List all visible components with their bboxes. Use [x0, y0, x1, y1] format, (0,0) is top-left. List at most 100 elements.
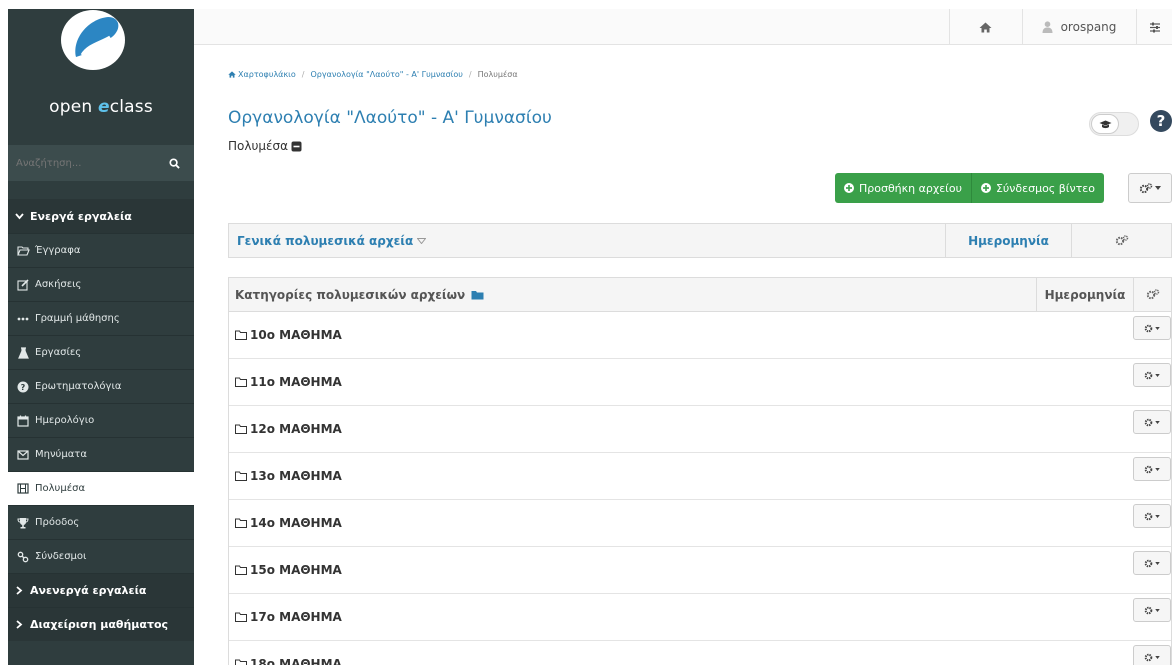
- add-file-button[interactable]: Προσθήκη αρχείου: [835, 173, 972, 203]
- row-settings-button[interactable]: [1133, 410, 1171, 434]
- caret-down-icon: [1155, 514, 1160, 518]
- category-name-cell[interactable]: 17ο ΜΑΘΗΜΑ: [229, 594, 1133, 640]
- category-name: 10ο ΜΑΘΗΜΑ: [250, 328, 342, 342]
- folder-outline-icon: [235, 377, 247, 387]
- row-settings-button[interactable]: [1133, 457, 1171, 481]
- general-settings-cell: [1071, 223, 1171, 258]
- sliders-icon: [1149, 22, 1160, 32]
- breadcrumb-course-link[interactable]: Οργανολογία "Λαούτο" - Α' Γυμνασίου: [310, 70, 462, 79]
- section-inactive-tools[interactable]: Ανενεργά εργαλεία: [8, 573, 194, 607]
- sidebar-item-messages[interactable]: Μηνύματα: [8, 437, 194, 471]
- table-row: 10ο ΜΑΘΗΜΑ: [229, 312, 1171, 359]
- folder-outline-icon: [235, 565, 247, 575]
- category-name: 11ο ΜΑΘΗΜΑ: [250, 375, 342, 389]
- sidebar-item-label: Γραμμή μάθησης: [35, 313, 120, 324]
- row-settings-button[interactable]: [1133, 598, 1171, 622]
- breadcrumb-current: Πολυμέσα: [477, 70, 518, 79]
- home-button[interactable]: [949, 9, 1021, 45]
- username: orospang: [1060, 20, 1117, 34]
- user-menu[interactable]: orospang: [1022, 9, 1135, 45]
- category-name-cell[interactable]: 12ο ΜΑΘΗΜΑ: [229, 406, 1133, 452]
- categories-header-cell: Κατηγορίες πολυμεσικών αρχείων: [229, 288, 1036, 302]
- home-icon: [979, 22, 992, 32]
- page-subtitle: Πολυμέσα: [228, 139, 302, 153]
- sidebar-item-progress[interactable]: Πρόοδος: [8, 505, 194, 539]
- caret-down-icon: [1155, 326, 1160, 330]
- section-course-admin[interactable]: Διαχείριση μαθήματος: [8, 607, 194, 641]
- sidebar-item-label: Ημερολόγιο: [35, 415, 95, 426]
- eclass-logo-icon[interactable]: [60, 9, 126, 71]
- sidebar-item-label: Έγγραφα: [35, 245, 81, 256]
- table-row: 15ο ΜΑΘΗΜΑ: [229, 547, 1171, 594]
- general-media-header[interactable]: Γενικά πολυμεσικά αρχεία: [229, 234, 945, 248]
- row-actions: [1133, 312, 1171, 358]
- calendar-icon: [16, 414, 30, 428]
- category-name-cell[interactable]: 14ο ΜΑΘΗΜΑ: [229, 500, 1133, 546]
- settings-toggle-button[interactable]: [1136, 9, 1172, 45]
- general-date-header[interactable]: Ημερομηνία: [945, 223, 1071, 258]
- sidebar-item-documents[interactable]: Έγγραφα: [8, 233, 194, 267]
- sidebar-item-links[interactable]: Σύνδεσμοι: [8, 539, 194, 573]
- section-course-admin-label: Διαχείριση μαθήματος: [30, 618, 169, 631]
- search-button[interactable]: [154, 145, 194, 181]
- breadcrumb-separator: /: [468, 70, 472, 79]
- section-active-tools[interactable]: Ενεργά εργαλεία: [8, 199, 194, 233]
- cog-icon: [1144, 418, 1153, 426]
- caret-down-icon: [1155, 561, 1160, 565]
- sidebar-item-label: Εργασίες: [35, 347, 82, 358]
- caret-down-outline-icon: [417, 237, 427, 244]
- ellipsis-icon: [16, 312, 30, 326]
- sidebar-item-label: Πολυμέσα: [35, 483, 86, 494]
- user-icon: [1042, 21, 1053, 33]
- subtitle-label: Πολυμέσα: [228, 139, 289, 153]
- sidebar-item-calendar[interactable]: Ημερολόγιο: [8, 403, 194, 437]
- link-icon: [16, 550, 30, 564]
- toggle-knob: [1091, 114, 1119, 134]
- caret-down-icon: [1155, 467, 1160, 471]
- sidebar-item-questionnaires[interactable]: ? Ερωτηματολόγια: [8, 369, 194, 403]
- cog-icon: [1144, 559, 1153, 567]
- minus-square-icon[interactable]: [291, 141, 302, 152]
- search-input[interactable]: [8, 145, 154, 181]
- breadcrumb-portfolio-link[interactable]: Χαρτοφυλάκιο: [238, 70, 296, 79]
- general-media-title: Γενικά πολυμεσικά αρχεία: [237, 233, 414, 248]
- cogs-icon: [1115, 235, 1128, 246]
- cog-icon: [1144, 465, 1153, 473]
- sidebar-item-label: Σύνδεσμοι: [35, 551, 87, 562]
- category-name: 13ο ΜΑΘΗΜΑ: [250, 469, 342, 483]
- row-settings-button[interactable]: [1133, 645, 1171, 665]
- svg-text:?: ?: [21, 383, 26, 392]
- more-actions-button[interactable]: [1128, 173, 1172, 203]
- brand-name: open eclass: [49, 97, 153, 117]
- breadcrumb: Χαρτοφυλάκιο / Οργανολογία "Λαούτο" - Α'…: [228, 70, 518, 79]
- category-name: 18ο ΜΑΘΗΜΑ: [250, 657, 342, 665]
- chevron-right-icon: [12, 586, 26, 595]
- row-actions: [1133, 406, 1171, 452]
- category-name-cell[interactable]: 13ο ΜΑΘΗΜΑ: [229, 453, 1133, 499]
- student-view-toggle[interactable]: [1089, 112, 1139, 136]
- plus-circle-icon: [980, 183, 991, 193]
- sidebar-item-assignments[interactable]: Εργασίες: [8, 335, 194, 369]
- edit-icon: [16, 278, 30, 292]
- category-name-cell[interactable]: 10ο ΜΑΘΗΜΑ: [229, 312, 1133, 358]
- category-name-cell[interactable]: 11ο ΜΑΘΗΜΑ: [229, 359, 1133, 405]
- category-name-cell[interactable]: 18ο ΜΑΘΗΜΑ: [229, 641, 1133, 665]
- table-row: 17ο ΜΑΘΗΜΑ: [229, 594, 1171, 641]
- help-icon[interactable]: ?: [1150, 110, 1172, 132]
- sidebar-item-exercises[interactable]: Ασκήσεις: [8, 267, 194, 301]
- sidebar-item-learning-path[interactable]: Γραμμή μάθησης: [8, 301, 194, 335]
- add-actions-group: Προσθήκη αρχείου Σύνδεσμος βίντεο: [835, 173, 1104, 203]
- row-settings-button[interactable]: [1133, 363, 1171, 387]
- table-row: 14ο ΜΑΘΗΜΑ: [229, 500, 1171, 547]
- cog-icon: [1144, 653, 1153, 661]
- category-name-cell[interactable]: 15ο ΜΑΘΗΜΑ: [229, 547, 1133, 593]
- add-video-link-button[interactable]: Σύνδεσμος βίντεο: [971, 173, 1104, 203]
- row-settings-button[interactable]: [1133, 504, 1171, 528]
- page-title[interactable]: Οργανολογία "Λαούτο" - Α' Γυμνασίου: [228, 108, 552, 128]
- sidebar-item-multimedia[interactable]: Πολυμέσα: [8, 471, 194, 505]
- caret-down-icon: [1155, 608, 1160, 612]
- category-name: 14ο ΜΑΘΗΜΑ: [250, 516, 342, 530]
- row-actions: [1133, 547, 1171, 593]
- row-settings-button[interactable]: [1133, 551, 1171, 575]
- row-settings-button[interactable]: [1133, 316, 1171, 340]
